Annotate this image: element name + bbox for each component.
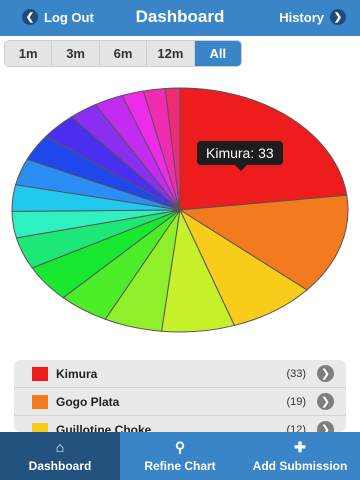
chevron-right-icon[interactable]: ❯	[317, 421, 334, 432]
tab-add-submission[interactable]: ✚ Add Submission	[240, 432, 360, 480]
home-icon: ⌂	[55, 438, 65, 455]
tab-refine-chart[interactable]: ⚲ Refine Chart	[120, 432, 240, 480]
legend-item[interactable]: Guillotine Choke (12) ❯	[14, 416, 346, 432]
segment-1m[interactable]: 1m	[5, 41, 53, 66]
legend-label: Guillotine Choke	[56, 422, 152, 433]
legend-label: Kimura	[56, 366, 98, 381]
legend-count: (33)	[286, 367, 306, 380]
history-button[interactable]: History ❯	[279, 9, 346, 25]
legend-count: (19)	[286, 395, 306, 408]
tab-dashboard[interactable]: ⌂ Dashboard	[0, 432, 120, 480]
segment-3m[interactable]: 3m	[52, 41, 100, 66]
legend-item[interactable]: Gogo Plata (19) ❯	[14, 388, 346, 416]
tab-label: Add Submission	[252, 458, 348, 473]
submission-pie-chart[interactable]	[0, 70, 360, 355]
chart-tooltip: Kimura: 33	[197, 141, 283, 171]
segment-6m[interactable]: 6m	[100, 41, 148, 66]
time-range-selector: 1m 3m 6m 12m All	[4, 40, 242, 67]
tab-label: Refine Chart	[144, 458, 216, 473]
bottom-tab-bar: ⌂ Dashboard ⚲ Refine Chart ✚ Add Submiss…	[0, 432, 360, 480]
legend-swatch	[32, 394, 48, 409]
plus-icon: ✚	[294, 438, 306, 455]
chevron-right-icon[interactable]: ❯	[317, 365, 334, 382]
segment-12m[interactable]: 12m	[147, 41, 195, 66]
legend-item[interactable]: Kimura (33) ❯	[14, 360, 346, 388]
tab-label: Dashboard	[28, 458, 92, 473]
history-label: History	[279, 9, 324, 25]
chevron-right-icon: ❯	[330, 9, 346, 25]
top-nav-bar: ❮ Log Out Dashboard History ❯	[0, 0, 360, 36]
legend-label: Gogo Plata	[56, 394, 120, 409]
legend-swatch	[32, 366, 48, 381]
search-icon: ⚲	[174, 438, 186, 455]
legend-swatch	[32, 422, 48, 432]
segment-all[interactable]: All	[194, 41, 241, 66]
legend-count: (12)	[286, 423, 306, 433]
chevron-right-icon[interactable]: ❯	[317, 393, 334, 410]
chart-legend: Kimura (33) ❯ Gogo Plata (19) ❯ Guilloti…	[14, 360, 346, 432]
